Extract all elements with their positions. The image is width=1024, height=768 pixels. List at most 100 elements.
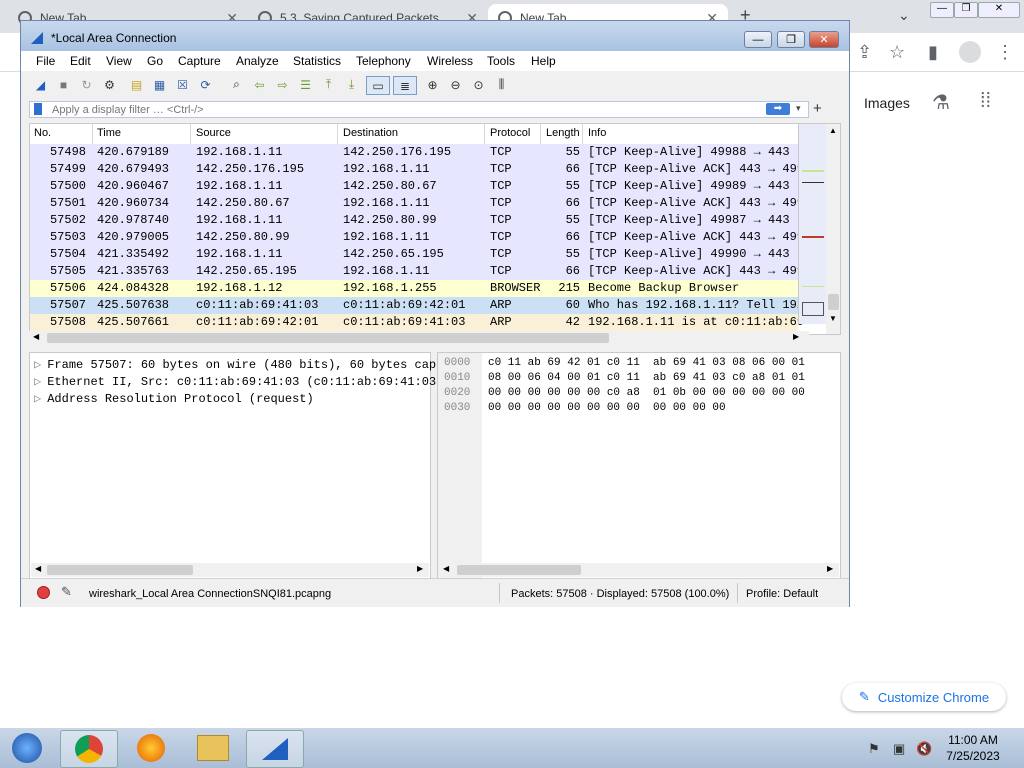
packet-row[interactable]: 57507 425.507638 c0:11:ab:69:41:03 c0:11:ab… [30,297,804,314]
scroll-thumb[interactable] [47,333,609,343]
expand-arrow-icon[interactable]: ▷ [34,392,41,406]
column-header-no[interactable]: No. [34,127,51,139]
hex-row[interactable]: 00 00 00 00 00 00 00 00 00 00 00 00 [488,402,726,414]
capture-comment-icon[interactable]: ✎ [61,584,72,600]
column-header-protocol[interactable]: Protocol [490,127,530,139]
hex-row[interactable]: 00 00 00 00 00 00 c0 a8 01 0b 00 00 00 0… [488,387,805,399]
menu-telephony[interactable]: Telephony [356,54,411,68]
zoom-reset-icon[interactable]: ⊙ [470,76,487,93]
go-last-packet-icon[interactable]: ⤓ [343,76,360,93]
column-header-time[interactable]: Time [97,127,121,139]
share-icon[interactable]: ⇪ [857,42,872,63]
bookmark-star-icon[interactable]: ☆ [889,42,905,63]
scroll-thumb[interactable] [47,565,193,575]
column-separator[interactable] [582,124,583,144]
scroll-down-icon[interactable]: ▼ [829,314,837,323]
hex-row[interactable]: c0 11 ab 69 42 01 c0 11 ab 69 41 03 08 0… [488,357,805,369]
hex-row[interactable]: 08 00 06 04 00 01 c0 11 ab 69 41 03 c0 a… [488,372,805,384]
menu-analyze[interactable]: Analyze [236,54,279,68]
taskbar-firefox[interactable] [123,730,179,766]
volume-muted-icon[interactable]: 🔇 [916,741,932,757]
scroll-right-icon[interactable]: ▶ [417,564,423,573]
packet-row[interactable]: 57498 420.679189 192.168.1.11 142.250.176.1… [30,144,804,161]
bytes-horizontal-scrollbar[interactable]: ◀ ▶ [439,563,839,577]
column-header-source[interactable]: Source [196,127,231,139]
add-filter-button[interactable]: + [813,100,822,117]
action-center-icon[interactable]: ⚑ [868,741,880,757]
packet-row[interactable]: 57506 424.084328 192.168.1.12 192.168.1.255… [30,280,798,297]
go-back-icon[interactable]: ⇦ [251,76,268,93]
minimize-button[interactable]: — [744,31,772,48]
packet-row[interactable]: 57508 425.507661 c0:11:ab:69:42:01 c0:11:ab… [30,314,804,331]
details-horizontal-scrollbar[interactable]: ◀ ▶ [31,563,429,577]
go-to-packet-icon[interactable]: ☰ [297,76,314,93]
column-header-length[interactable]: Length [546,127,580,139]
scroll-right-icon[interactable]: ▶ [827,564,833,573]
taskbar-explorer[interactable] [185,730,241,766]
profile-indicator[interactable]: Profile: Default [746,588,818,600]
close-file-icon[interactable]: ☒ [174,76,191,93]
packet-row[interactable]: 57503 420.979005 142.250.80.99 192.168.1.11… [30,229,804,246]
packet-row[interactable]: 57504 421.335492 192.168.1.11 142.250.65.19… [30,246,804,263]
side-panel-icon[interactable]: ▮ [928,42,938,63]
restart-capture-icon[interactable]: ↻ [78,76,95,93]
chrome-close-button[interactable]: ✕ [978,2,1020,18]
expert-info-icon[interactable] [37,586,50,599]
open-file-icon[interactable]: ▤ [128,76,145,93]
network-icon[interactable]: ▣ [893,741,905,757]
detail-row-ethernet[interactable]: ▷ Ethernet II, Src: c0:11:ab:69:41:03 (c0… [34,374,436,389]
packet-minimap[interactable] [798,124,826,324]
column-separator[interactable] [92,124,93,144]
menu-go[interactable]: Go [147,54,163,68]
detail-row-frame[interactable]: ▷ Frame 57507: 60 bytes on wire (480 bits… [34,357,436,372]
filter-dropdown-icon[interactable]: ▾ [796,103,801,114]
start-button[interactable] [0,730,54,766]
scroll-left-icon[interactable]: ◀ [35,564,41,573]
scroll-left-icon[interactable]: ◀ [443,564,449,573]
packet-list-vertical-scrollbar[interactable]: ▲ ▼ [826,124,840,334]
scroll-thumb[interactable] [828,294,839,310]
packet-row[interactable]: 57505 421.335763 142.250.65.195 192.168.1.1… [30,263,804,280]
column-separator[interactable] [484,124,485,144]
chrome-restore-button[interactable]: ❐ [954,2,978,18]
go-forward-icon[interactable]: ⇨ [274,76,291,93]
packet-row[interactable]: 57501 420.960734 142.250.80.67 192.168.1.11… [30,195,804,212]
packet-row[interactable]: 57502 420.978740 192.168.1.11 142.250.80.99… [30,212,804,229]
taskbar-wireshark[interactable] [246,730,304,768]
menu-view[interactable]: View [106,54,132,68]
minimap-viewport[interactable] [802,302,824,316]
system-clock[interactable]: 11:00 AM 7/25/2023 [936,733,1010,763]
packet-row[interactable]: 57500 420.960467 192.168.1.11 142.250.80.67… [30,178,804,195]
scroll-thumb[interactable] [457,565,581,575]
display-filter-input[interactable] [52,103,752,116]
packet-list-horizontal-scrollbar[interactable]: ◀ ▶ [29,331,809,345]
restore-button[interactable]: ❐ [777,31,805,48]
column-header-destination[interactable]: Destination [343,127,398,139]
chrome-minimize-button[interactable]: — [930,2,954,18]
go-first-packet-icon[interactable]: ⤒ [320,76,337,93]
chrome-menu-icon[interactable]: ⋮ [996,42,1014,63]
detail-row-arp[interactable]: ▷ Address Resolution Protocol (request) [34,391,314,406]
expand-arrow-icon[interactable]: ▷ [34,358,41,372]
labs-flask-icon[interactable]: ⚗ [932,90,950,115]
images-link[interactable]: Images [864,95,910,111]
auto-scroll-icon[interactable]: ▭ [366,76,390,95]
tab-search-icon[interactable]: ⌄ [898,7,910,24]
save-file-icon[interactable]: ▦ [151,76,168,93]
stop-capture-icon[interactable]: ■ [55,76,72,93]
reload-file-icon[interactable]: ⟳ [197,76,214,93]
packet-row[interactable]: 57499 420.679493 142.250.176.195 192.168.1.… [30,161,804,178]
column-separator[interactable] [540,124,541,144]
colorize-icon[interactable]: ≣ [393,76,417,95]
start-capture-icon[interactable]: ◢ [32,76,49,93]
menu-statistics[interactable]: Statistics [293,54,341,68]
column-header-info[interactable]: Info [588,127,606,139]
menu-wireless[interactable]: Wireless [427,54,473,68]
menu-file[interactable]: File [36,54,55,68]
apps-grid-icon[interactable]: ⁞⁞ [980,90,991,113]
column-separator[interactable] [190,124,191,144]
close-button[interactable]: ✕ [809,31,839,48]
scroll-up-icon[interactable]: ▲ [829,126,837,135]
find-packet-icon[interactable]: ⌕ [228,76,245,93]
bookmark-icon[interactable] [34,103,42,115]
